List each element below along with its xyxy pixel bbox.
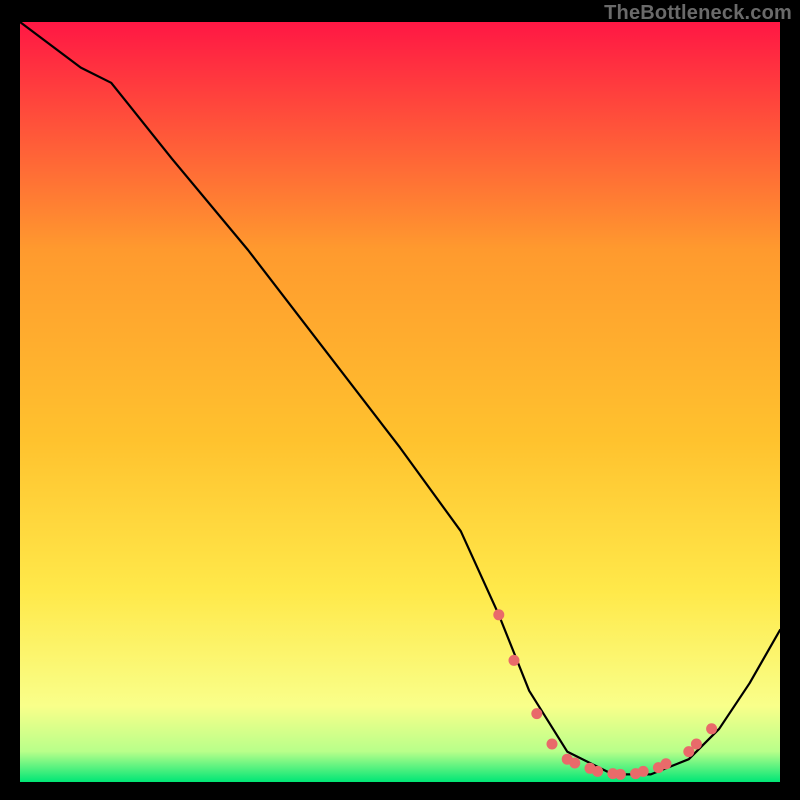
- chart-container: TheBottleneck.com: [0, 0, 800, 800]
- highlight-dot: [509, 655, 520, 666]
- chart-svg: [20, 22, 780, 782]
- highlight-dot: [706, 723, 717, 734]
- highlight-dot: [691, 739, 702, 750]
- highlight-dot: [661, 758, 672, 769]
- highlight-dot: [569, 758, 580, 769]
- highlight-dot: [638, 766, 649, 777]
- gradient-background: [20, 22, 780, 782]
- highlight-dot: [493, 609, 504, 620]
- highlight-dot: [615, 769, 626, 780]
- plot-area: [20, 22, 780, 782]
- highlight-dot: [592, 766, 603, 777]
- highlight-dot: [547, 739, 558, 750]
- highlight-dot: [531, 708, 542, 719]
